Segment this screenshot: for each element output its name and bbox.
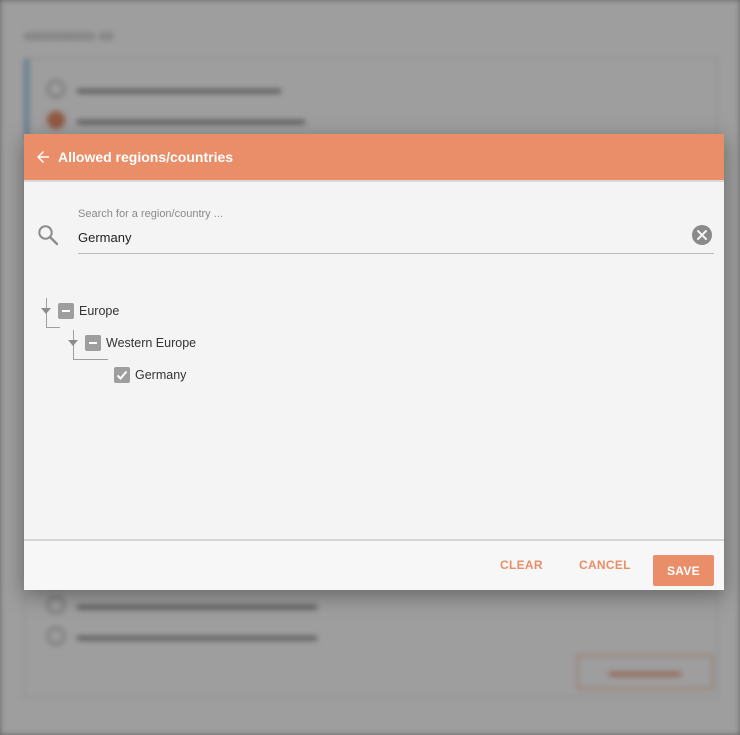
checkbox-checked[interactable] bbox=[114, 367, 130, 383]
dialog-header: Allowed regions/countries bbox=[24, 134, 724, 182]
dialog-footer: CLEAR CANCEL SAVE bbox=[24, 539, 724, 590]
minus-icon bbox=[62, 310, 70, 312]
cancel-button[interactable]: CANCEL bbox=[579, 554, 631, 576]
search-icon bbox=[38, 225, 59, 246]
search-input[interactable] bbox=[78, 222, 714, 254]
checkbox-indeterminate[interactable] bbox=[85, 335, 101, 351]
tree-node-germany[interactable]: Germany bbox=[114, 365, 186, 385]
clear-search-icon[interactable] bbox=[691, 224, 713, 246]
check-icon bbox=[116, 370, 128, 380]
dialog-title: Allowed regions/countries bbox=[58, 149, 234, 165]
tree-node-western-europe[interactable]: Western Europe bbox=[67, 333, 196, 353]
regions-dialog: Allowed regions/countries Search for a r… bbox=[24, 134, 724, 590]
checkbox-indeterminate[interactable] bbox=[58, 303, 74, 319]
caret-down-icon[interactable] bbox=[67, 337, 79, 349]
clear-button[interactable]: CLEAR bbox=[500, 554, 543, 576]
search-label: Search for a region/country ... bbox=[78, 208, 223, 220]
minus-icon bbox=[89, 342, 97, 344]
tree-node-label: Europe bbox=[79, 304, 120, 318]
save-button[interactable]: SAVE bbox=[653, 555, 714, 586]
tree-node-label: Germany bbox=[135, 368, 187, 382]
search-area: Search for a region/country ... bbox=[24, 184, 724, 264]
arrow-back-icon[interactable] bbox=[34, 148, 52, 166]
tree-node-label: Western Europe bbox=[106, 336, 197, 350]
tree-node-europe[interactable]: Europe bbox=[40, 301, 119, 321]
caret-down-icon[interactable] bbox=[40, 305, 52, 317]
